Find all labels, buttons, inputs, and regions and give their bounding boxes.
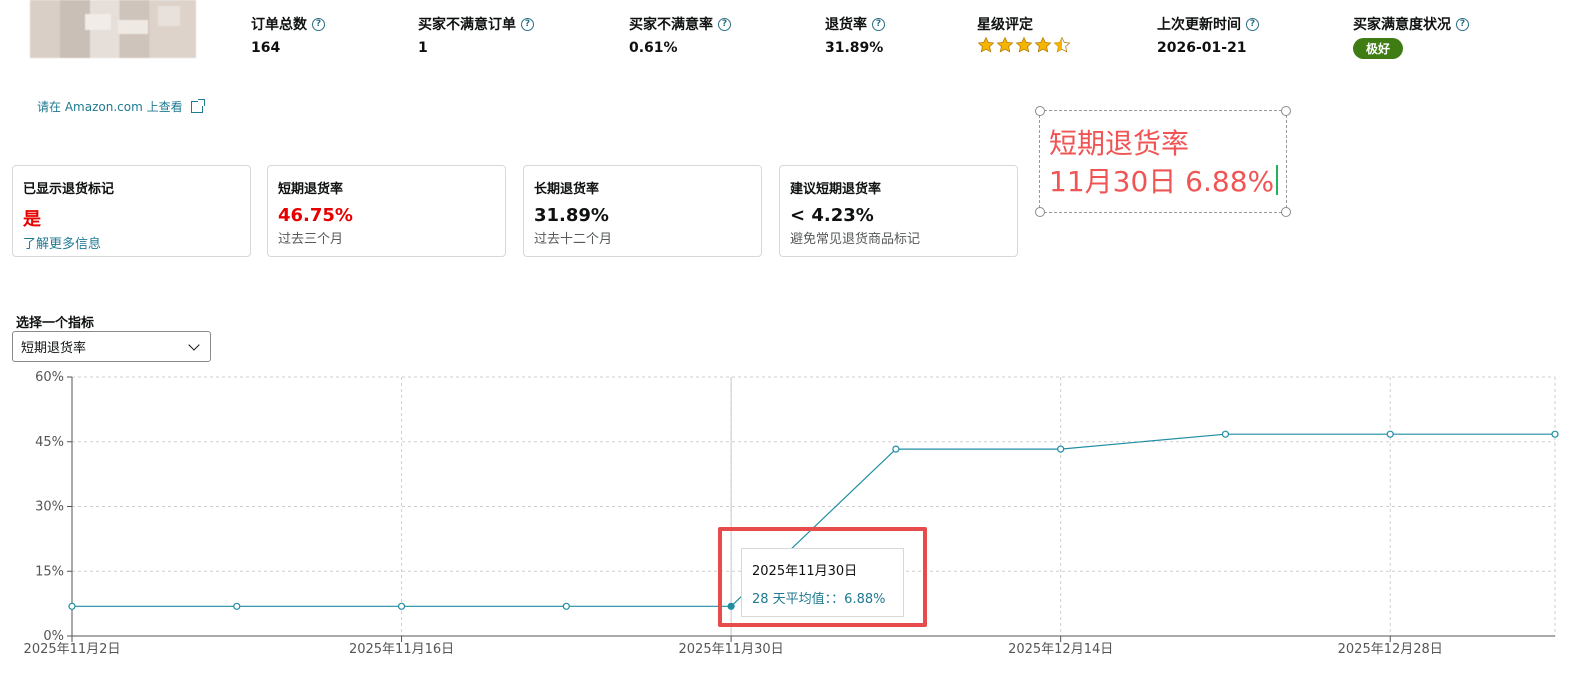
metric-value: 0.61% — [629, 40, 678, 56]
metric-label: 星级评定 — [977, 17, 1033, 33]
amazon-link-label: 请在 Amazon.com 上查看 — [37, 100, 183, 114]
annotation-line-1: 短期退货率 — [1049, 127, 1190, 160]
tooltip-date: 2025年11月30日 — [752, 564, 858, 579]
metric-value: 2026-01-21 — [1157, 40, 1247, 56]
card-title: 建议短期退货率 — [790, 182, 882, 197]
chart-tooltip: 2025年11月30日 28 天平均值：：6.88% — [741, 548, 904, 617]
metric-value: 164 — [251, 40, 281, 56]
metric-order-count: 订单总数? 164 — [251, 14, 325, 56]
data-point — [1551, 430, 1559, 438]
data-point — [1057, 445, 1065, 453]
metric-select[interactable]: 短期退货率 — [12, 331, 211, 362]
y-tick-label: 60% — [35, 370, 64, 385]
card-title: 已显示退货标记 — [23, 182, 115, 197]
card-value: < 4.23% — [790, 205, 874, 226]
resize-handle[interactable] — [1035, 106, 1045, 116]
data-point — [892, 445, 900, 453]
help-icon[interactable]: ? — [312, 17, 325, 31]
resize-handle[interactable] — [1035, 207, 1045, 217]
data-point — [1386, 430, 1394, 438]
help-icon[interactable]: ? — [1456, 17, 1469, 31]
card-subtitle: 避免常见退货商品标记 — [790, 232, 921, 247]
data-point — [233, 602, 241, 610]
metric-select-value: 短期退货率 — [21, 341, 87, 356]
metric-return-rate: 退货率? 31.89% — [825, 14, 885, 56]
status-badge: 极好 — [1353, 38, 1404, 59]
resize-handle[interactable] — [1281, 207, 1291, 217]
metric-dissatisfied-orders: 买家不满意订单? 1 — [418, 14, 534, 56]
annotation-line-2: 11月30日 6.88% — [1049, 165, 1275, 198]
x-tick-label: 2025年11月16日 — [349, 642, 454, 657]
metric-label: 买家不满意订单 — [418, 17, 516, 33]
y-tick-label: 15% — [35, 564, 64, 579]
star-half-icon — [1053, 36, 1071, 53]
annotation-text[interactable]: 短期退货率 11月30日 6.88% — [1049, 125, 1279, 201]
view-on-amazon-link[interactable]: 请在 Amazon.com 上查看 — [37, 98, 205, 115]
learn-more-link[interactable]: 了解更多信息 — [23, 233, 240, 252]
card-value: 31.89% — [534, 205, 609, 226]
card-subtitle: 过去十二个月 — [534, 232, 613, 247]
tooltip-value: 28 天平均值：：6.88% — [752, 592, 886, 607]
text-caret — [1276, 165, 1279, 195]
metric-value: 31.89% — [825, 40, 884, 56]
metric-star-rating: 星级评定 — [977, 14, 1071, 54]
x-tick-label: 2025年12月14日 — [1008, 642, 1113, 657]
help-icon[interactable]: ? — [872, 17, 885, 31]
metric-last-updated: 上次更新时间? 2026-01-21 — [1157, 14, 1259, 56]
metric-label: 订单总数 — [251, 17, 307, 33]
card-recommended-return-rate: 建议短期退货率 < 4.23% 避免常见退货商品标记 — [779, 165, 1018, 257]
data-point — [562, 602, 570, 610]
metric-label: 上次更新时间 — [1157, 17, 1241, 33]
help-icon[interactable]: ? — [521, 17, 534, 31]
star-full-icon — [996, 36, 1014, 53]
annotation-text-box[interactable]: 短期退货率 11月30日 6.88% — [1035, 106, 1291, 217]
metric-satisfaction-status: 买家满意度状况? 极好 — [1353, 14, 1469, 59]
product-thumbnail — [30, 0, 196, 58]
metric-label: 买家满意度状况 — [1353, 17, 1451, 33]
data-point — [1221, 430, 1230, 438]
help-icon[interactable]: ? — [1246, 17, 1259, 31]
resize-handle[interactable] — [1281, 106, 1291, 116]
card-short-term-return-rate: 短期退货率 46.75% 过去三个月 — [267, 165, 506, 257]
chevron-down-icon — [188, 338, 200, 351]
card-value: 46.75% — [278, 205, 353, 226]
card-long-term-return-rate: 长期退货率 31.89% 过去十二个月 — [523, 165, 762, 257]
card-return-badge: 已显示退货标记 是 了解更多信息 — [12, 165, 251, 257]
y-tick-label: 30% — [35, 500, 64, 515]
star-rating — [977, 36, 1071, 54]
card-value: 是 — [23, 209, 41, 230]
help-icon[interactable]: ? — [718, 17, 731, 31]
star-full-icon — [977, 36, 995, 53]
data-point — [397, 602, 406, 610]
external-link-icon — [190, 98, 205, 113]
metric-label: 买家不满意率 — [629, 17, 713, 33]
x-tick-label: 2025年11月30日 — [679, 642, 784, 657]
x-tick-label: 2025年12月28日 — [1338, 642, 1443, 657]
x-tick-label: 2025年11月2日 — [24, 642, 121, 657]
metric-value: 1 — [418, 40, 428, 56]
y-tick-label: 45% — [35, 435, 64, 450]
metric-select-label: 选择一个指标 — [16, 316, 95, 331]
metric-label: 退货率 — [825, 17, 867, 33]
star-full-icon — [1015, 36, 1033, 53]
star-full-icon — [1034, 36, 1052, 53]
metric-dissatisfaction-rate: 买家不满意率? 0.61% — [629, 14, 731, 56]
card-subtitle: 过去三个月 — [278, 232, 344, 247]
card-title: 长期退货率 — [534, 182, 600, 197]
data-point — [68, 602, 76, 610]
card-title: 短期退货率 — [278, 182, 344, 197]
